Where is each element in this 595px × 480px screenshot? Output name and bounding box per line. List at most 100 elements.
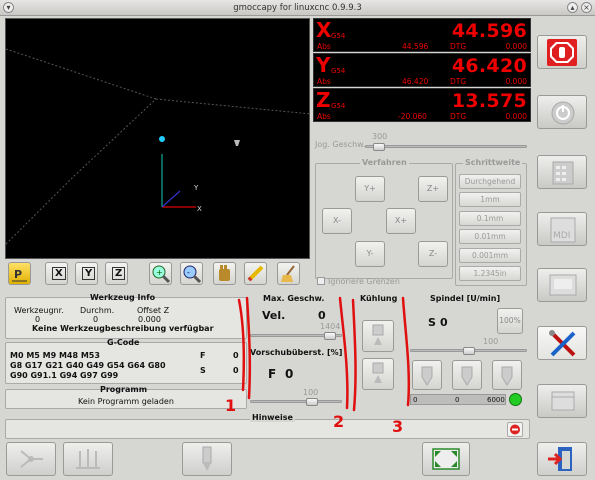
jog-speed-slider[interactable] [365, 145, 527, 148]
svg-text:-: - [187, 268, 190, 277]
perspective-icon: P [12, 268, 27, 282]
step-0.1mm-button[interactable]: 0.1mm [459, 211, 521, 226]
dro-value: 44.596 [451, 20, 527, 42]
view-perspective-button[interactable]: P [8, 262, 31, 285]
gcode-preview[interactable]: Y X [5, 18, 310, 259]
tools-icon [549, 330, 576, 357]
coord-system: G54 [331, 67, 346, 75]
jog-xminus-button[interactable]: X- [322, 208, 352, 234]
schrittweite-title: Schrittweite [463, 158, 523, 167]
abs-value: 44.596 [402, 42, 429, 51]
tool-number-label: Werkzeugnr. [14, 306, 64, 315]
jog-speed-knob[interactable] [372, 143, 385, 151]
ignore-limits-checkbox[interactable] [317, 277, 325, 285]
dro-value: 46.420 [451, 55, 527, 77]
zoom-in-button[interactable]: + [149, 262, 172, 285]
coord-system: G54 [331, 32, 346, 40]
zoom-out-button[interactable]: - [180, 262, 203, 285]
red-annotations [237, 296, 411, 412]
active-gcodes-2: G90 G91.1 G94 G97 G99 [10, 371, 119, 380]
tool-diameter-label: Durchm. [80, 306, 115, 315]
jog-speed-label: Jog. Geschw. [315, 140, 366, 149]
window-titlebar: ▾ gmoccapy for linuxcnc 0.9.9.3 ▴ × [0, 0, 595, 16]
view-x-button[interactable]: X [45, 262, 68, 285]
jog-speed-value: 300 [372, 132, 388, 141]
user-tabs-button[interactable] [537, 384, 587, 418]
step-continuous-button[interactable]: Durchgehend [459, 174, 521, 189]
abs-label: Abs [317, 42, 331, 51]
tool-path-button[interactable] [213, 262, 236, 285]
view-y-button[interactable]: Y [75, 262, 98, 285]
spindle-reverse-button[interactable] [492, 360, 522, 390]
spindle-bar-max: 6000 [487, 396, 505, 404]
mdi-button[interactable]: MDI [537, 212, 587, 246]
abs-value: 46.420 [402, 77, 429, 86]
gcode-feed-label: F [200, 351, 206, 360]
mdi-calculator-button[interactable] [537, 155, 587, 189]
fullscreen-icon [432, 448, 460, 470]
werkzeug-title: Werkzeug Info [90, 293, 156, 302]
settings-button[interactable] [537, 326, 587, 360]
auto-mode-button[interactable] [537, 268, 587, 302]
dtg-label: DTG [450, 77, 467, 86]
spindel-title: Spindel [U/min] [430, 294, 501, 303]
tool-number-value: 0 [35, 315, 41, 324]
dtg-value: 0.000 [505, 112, 527, 121]
axis-letter: Y [316, 53, 331, 77]
tool-description: Keine Werkzeugbeschreibung verfügbar [32, 324, 214, 333]
step-1mm-button[interactable]: 1mm [459, 192, 521, 207]
step-inch-button[interactable]: 1.2345in [459, 266, 521, 281]
tool-diameter-value: 0 [93, 315, 99, 324]
dro-x[interactable]: X G54 44.596 Abs 44.596 DTG 0.000 [313, 18, 531, 52]
window-title: gmoccapy for linuxcnc 0.9.9.3 [233, 3, 362, 13]
maximize-icon[interactable]: ▴ [567, 2, 578, 13]
clear-preview-button[interactable] [277, 262, 300, 285]
jog-zplus-button[interactable]: Z+ [418, 176, 448, 202]
spindle-100-button[interactable]: 100% [497, 308, 523, 334]
jog-xplus-button[interactable]: X+ [386, 208, 416, 234]
spindle-bar-value: 0 [455, 396, 460, 404]
home-menu-button[interactable] [6, 442, 56, 476]
tool-menu-button[interactable] [182, 442, 232, 476]
annotation-1: 1 [225, 396, 237, 415]
tabs-icon [551, 391, 575, 411]
spindle-override-knob[interactable] [462, 347, 475, 355]
fullscreen-button[interactable] [422, 442, 470, 476]
dtg-label: DTG [450, 42, 467, 51]
estop-button[interactable] [537, 35, 587, 69]
spindle-speed-label: S [428, 316, 436, 329]
draw-button[interactable] [244, 262, 267, 285]
spindle-speed-value: 0 [440, 316, 448, 329]
dro-y[interactable]: Y G54 46.420 Abs 46.420 DTG 0.000 [313, 53, 531, 87]
close-window-icon[interactable]: × [581, 2, 592, 13]
active-gcodes-1: G8 G17 G21 G40 G49 G54 G64 G80 [10, 361, 166, 370]
jog-yminus-button[interactable]: Y- [355, 241, 385, 267]
touch-off-button[interactable] [63, 442, 113, 476]
abs-label: Abs [317, 112, 331, 121]
stop-hand-icon [547, 39, 577, 66]
z-view-icon: Z [112, 267, 126, 280]
svg-text:+: + [156, 268, 163, 277]
dtg-label: DTG [450, 112, 467, 121]
dtg-value: 0.000 [505, 42, 527, 51]
exit-button[interactable] [537, 442, 587, 476]
power-button[interactable] [537, 95, 587, 129]
calculator-icon [552, 161, 574, 185]
tool-offset-value: 0.000 [138, 315, 161, 324]
step-0.01mm-button[interactable]: 0.01mm [459, 229, 521, 244]
view-z-button[interactable]: Z [105, 262, 128, 285]
svg-text:MDI: MDI [553, 231, 570, 241]
gcode-title: G-Code [107, 338, 140, 347]
spindle-at-speed-led [509, 393, 522, 406]
dro-value: 13.575 [451, 90, 527, 112]
jog-yplus-button[interactable]: Y+ [355, 176, 385, 202]
jog-zminus-button[interactable]: Z- [418, 241, 448, 267]
step-0.001mm-button[interactable]: 0.001mm [459, 248, 521, 263]
dro-z[interactable]: Z G54 13.575 Abs -20.060 DTG 0.000 [313, 88, 531, 122]
axis-letter: Z [316, 88, 331, 112]
clear-messages-button[interactable] [507, 422, 523, 437]
svg-text:P: P [14, 268, 22, 281]
cancel-icon [510, 424, 520, 435]
spindle-stop-button[interactable] [452, 360, 482, 390]
spindle-reverse-icon [501, 366, 513, 386]
